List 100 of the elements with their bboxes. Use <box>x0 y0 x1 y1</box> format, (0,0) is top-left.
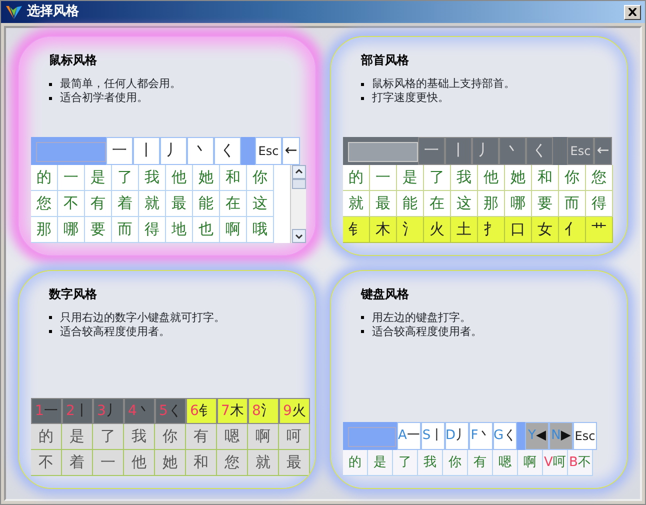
scroll-thumb[interactable] <box>292 178 306 188</box>
candidate-char[interactable]: 他 <box>166 164 193 190</box>
stroke-key[interactable]: S 丨 <box>421 422 445 450</box>
radical-key[interactable]: 木 <box>370 216 397 242</box>
candidate-char[interactable]: 呵 <box>279 424 310 450</box>
candidate-char[interactable]: 和 <box>220 164 247 190</box>
radical-key[interactable]: 9火 <box>279 398 310 424</box>
candidate-char[interactable]: 是 <box>62 424 93 450</box>
stroke-key[interactable]: 丨 <box>133 136 160 164</box>
candidate-char[interactable]: 在 <box>220 190 247 216</box>
candidate-char[interactable]: 的 <box>31 164 58 190</box>
radical-key[interactable]: 艹 <box>586 216 613 242</box>
candidate-char[interactable]: 就 <box>248 450 279 476</box>
stroke-key[interactable]: 4 丶 <box>124 398 155 424</box>
esc-key[interactable]: Esc <box>573 422 597 450</box>
candidate-char[interactable]: 不 <box>58 190 85 216</box>
candidate-char[interactable]: 了 <box>424 164 451 190</box>
candidate-char[interactable]: 您 <box>217 450 248 476</box>
stroke-key[interactable]: 1一 <box>31 398 62 424</box>
radical-key[interactable]: 亻 <box>559 216 586 242</box>
candidate-char[interactable]: 哪 <box>505 190 532 216</box>
stroke-key[interactable]: く <box>214 136 241 164</box>
stroke-key[interactable]: A一 <box>397 422 421 450</box>
candidate-char[interactable]: 啊 <box>220 216 247 242</box>
candidate-char[interactable]: 嗯 <box>493 450 518 476</box>
candidate-char[interactable]: 的 <box>343 164 370 190</box>
candidate-char[interactable]: 而 <box>112 216 139 242</box>
candidate-char[interactable]: 和 <box>532 164 559 190</box>
candidate-char[interactable]: 也 <box>193 216 220 242</box>
candidate-char[interactable]: V呵 <box>543 450 568 476</box>
candidate-char[interactable]: 最 <box>370 190 397 216</box>
scroll-up-icon[interactable] <box>292 164 306 178</box>
stroke-key[interactable]: 丿 <box>472 136 499 164</box>
candidate-char[interactable]: 我 <box>451 164 478 190</box>
candidate-char[interactable]: 哪 <box>58 216 85 242</box>
radical-key[interactable]: 钅 <box>343 216 370 242</box>
input-field[interactable] <box>348 142 418 162</box>
candidate-char[interactable]: 嗯 <box>217 424 248 450</box>
candidate-char[interactable]: 有 <box>85 190 112 216</box>
candidate-char[interactable]: 的 <box>343 450 368 476</box>
candidate-char[interactable]: 你 <box>247 164 274 190</box>
candidate-char[interactable]: 了 <box>393 450 418 476</box>
candidate-char[interactable]: 有 <box>186 424 217 450</box>
stroke-key[interactable]: く <box>526 136 553 164</box>
candidate-char[interactable]: 我 <box>418 450 443 476</box>
candidate-char[interactable]: 能 <box>397 190 424 216</box>
radical-key[interactable]: 7木 <box>217 398 248 424</box>
candidate-char[interactable]: 得 <box>139 216 166 242</box>
candidate-char[interactable]: 就 <box>139 190 166 216</box>
candidate-char[interactable]: 能 <box>193 190 220 216</box>
candidate-char[interactable]: 您 <box>31 190 58 216</box>
candidate-char[interactable]: 一 <box>58 164 85 190</box>
candidate-char[interactable]: 他 <box>478 164 505 190</box>
radical-key[interactable]: 女 <box>532 216 559 242</box>
candidate-char[interactable]: 我 <box>139 164 166 190</box>
candidate-char[interactable]: B不 <box>568 450 593 476</box>
stroke-key[interactable]: 3丿 <box>93 398 124 424</box>
candidate-char[interactable]: 和 <box>186 450 217 476</box>
candidate-char[interactable]: 在 <box>424 190 451 216</box>
candidate-char[interactable]: 啊 <box>248 424 279 450</box>
candidate-char[interactable]: 最 <box>279 450 310 476</box>
esc-key[interactable]: Esc <box>255 136 282 164</box>
candidate-char[interactable]: 这 <box>451 190 478 216</box>
candidate-char[interactable]: 我 <box>124 424 155 450</box>
candidate-char[interactable]: 有 <box>468 450 493 476</box>
candidate-char[interactable]: 你 <box>155 424 186 450</box>
input-field[interactable] <box>36 142 106 162</box>
candidate-char[interactable]: 你 <box>559 164 586 190</box>
esc-key[interactable]: Esc <box>567 136 594 164</box>
candidate-char[interactable]: 她 <box>155 450 186 476</box>
radical-key[interactable]: 氵 <box>397 216 424 242</box>
stroke-key[interactable]: 5 く <box>155 398 186 424</box>
candidate-char[interactable]: 你 <box>443 450 468 476</box>
candidate-char[interactable]: 是 <box>397 164 424 190</box>
radical-key[interactable]: 口 <box>505 216 532 242</box>
candidate-char[interactable]: 这 <box>247 190 274 216</box>
stroke-key[interactable]: G く <box>493 422 517 450</box>
candidate-char[interactable]: 一 <box>370 164 397 190</box>
radical-key[interactable]: 扌 <box>478 216 505 242</box>
candidate-char[interactable]: 她 <box>505 164 532 190</box>
candidate-char[interactable]: 的 <box>31 424 62 450</box>
radical-key[interactable]: 6钅 <box>186 398 217 424</box>
close-button[interactable] <box>624 4 641 20</box>
candidate-char[interactable]: 得 <box>586 190 613 216</box>
candidate-char[interactable]: 是 <box>85 164 112 190</box>
candidate-char[interactable]: 而 <box>559 190 586 216</box>
candidate-char[interactable]: 他 <box>124 450 155 476</box>
stroke-key[interactable]: 2 丨 <box>62 398 93 424</box>
stroke-key[interactable]: 一 <box>106 136 133 164</box>
candidate-char[interactable]: 了 <box>112 164 139 190</box>
stroke-key[interactable]: 丿 <box>160 136 187 164</box>
stroke-key[interactable]: F 丶 <box>469 422 493 450</box>
candidate-char[interactable]: 着 <box>112 190 139 216</box>
scroll-down-icon[interactable] <box>292 228 306 242</box>
candidate-char[interactable]: 了 <box>93 424 124 450</box>
candidate-char[interactable]: 地 <box>166 216 193 242</box>
stroke-key[interactable]: 丶 <box>187 136 214 164</box>
candidate-char[interactable]: 最 <box>166 190 193 216</box>
input-field[interactable] <box>348 427 396 447</box>
candidate-char[interactable]: 哦 <box>247 216 274 242</box>
